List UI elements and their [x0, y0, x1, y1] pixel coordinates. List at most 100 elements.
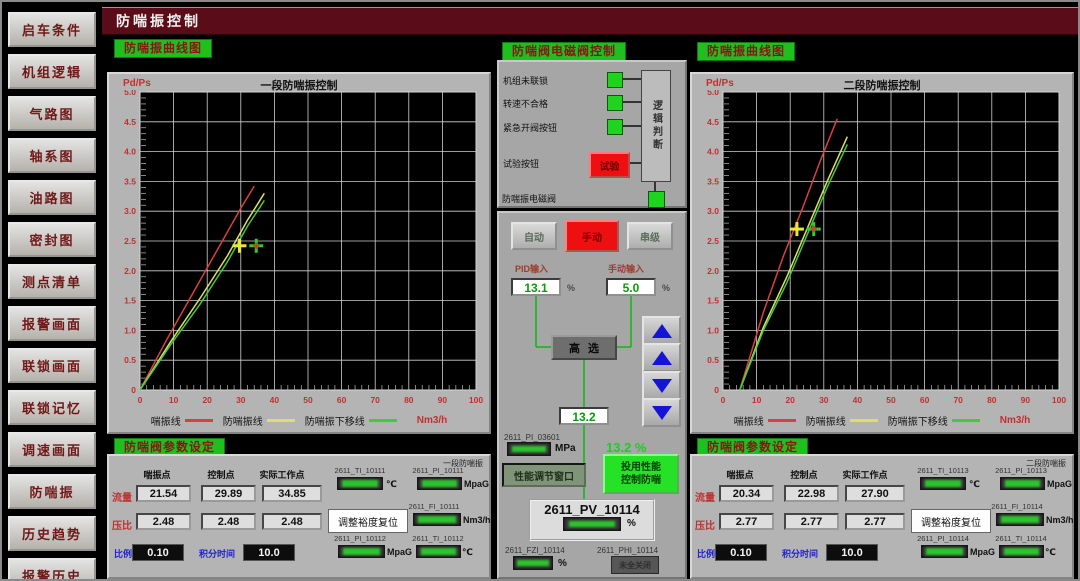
sidebar-item-报警历史[interactable]: 报警历史	[8, 558, 96, 581]
surge-chart: 01020304050607080901005.04.54.03.53.02.5…	[693, 90, 1073, 408]
manual-input-field[interactable]: 5.0	[606, 278, 656, 296]
svg-text:50: 50	[303, 395, 313, 405]
sidebar-item-轴系图[interactable]: 轴系图	[8, 138, 96, 173]
arrow-down-button[interactable]	[642, 371, 681, 400]
svg-text:30: 30	[819, 395, 829, 405]
adjust-margin-reset-button[interactable]: 调整裕度复位	[328, 509, 408, 533]
sidebar: 启车条件机组逻辑气路图轴系图油路图密封图测点清单报警画面联锁画面联锁记忆调速画面…	[8, 12, 96, 581]
tag-label: 2611_PI_10112	[331, 534, 389, 543]
param-cell[interactable]: 2.48	[136, 513, 191, 530]
legend-item: 防喘振线	[223, 413, 295, 428]
unit-label: MPa	[555, 443, 576, 454]
tag-label: 2611_PHI_10114	[597, 546, 658, 555]
sidebar-item-机组逻辑[interactable]: 机组逻辑	[8, 54, 96, 89]
right-chart-section-label: 防喘振曲线图	[697, 42, 795, 61]
svg-text:0: 0	[714, 385, 719, 395]
mode-button-串级[interactable]: 串级	[627, 222, 673, 250]
legend-item: 喘振线	[734, 413, 796, 428]
valve-controller-panel: 自动手动串级 PID输入 手动输入 13.1 % 5.0 % 高选 13.2 2…	[497, 211, 687, 579]
title-bar: 防喘振控制	[102, 7, 1080, 35]
arrow-down-icon	[652, 406, 672, 420]
sidebar-item-报警画面[interactable]: 报警画面	[8, 306, 96, 341]
tag-label: 2611_PI_03601	[504, 433, 560, 442]
sidebar-item-联锁记忆[interactable]: 联锁记忆	[8, 390, 96, 425]
sidebar-item-调速画面[interactable]: 调速画面	[8, 432, 96, 467]
led-display	[920, 477, 966, 490]
pid-param-field[interactable]: 10.0	[243, 544, 295, 561]
second-stage-params-panel: 二段防喘振喘振点控制点实际工作点流量20.3422.9827.90压比2.772…	[690, 454, 1074, 579]
led-glow	[925, 480, 961, 486]
mode-button-自动[interactable]: 自动	[511, 222, 557, 250]
param-cell[interactable]: 22.98	[784, 485, 839, 502]
svg-text:20: 20	[202, 395, 212, 405]
pid-param-label: 积分时间	[199, 547, 235, 560]
led-display	[563, 517, 621, 531]
param-cell[interactable]: 2.77	[784, 513, 839, 530]
unit-label: Nm3/h	[463, 515, 491, 525]
tag-label: 2611_TI_10111	[331, 466, 389, 475]
solenoid-valve-indicator	[648, 191, 665, 208]
led-display	[513, 556, 553, 570]
svg-text:4.0: 4.0	[124, 147, 136, 157]
svg-text:90: 90	[1021, 395, 1031, 405]
led-display	[337, 477, 383, 490]
param-cell[interactable]: 2.77	[719, 513, 774, 530]
sidebar-item-气路图[interactable]: 气路图	[8, 96, 96, 131]
legend-item: 喘振线	[151, 413, 213, 428]
sidebar-item-联锁画面[interactable]: 联锁画面	[8, 348, 96, 383]
tag-label: 2611_PI_10113	[992, 466, 1050, 475]
param-cell[interactable]: 20.34	[719, 485, 774, 502]
x-axis-unit-label: Nm3/h	[417, 415, 448, 426]
sidebar-item-油路图[interactable]: 油路图	[8, 180, 96, 215]
arrow-down-button[interactable]	[642, 398, 681, 427]
sidebar-item-启车条件[interactable]: 启车条件	[8, 12, 96, 47]
led-display	[1000, 477, 1045, 490]
legend-label: 防喘振下移线	[305, 413, 365, 428]
legend-item: 防喘振下移线	[305, 413, 397, 428]
svg-text:90: 90	[438, 395, 448, 405]
input-status-indicator	[607, 95, 623, 111]
anti-surge-control-screen: 启车条件机组逻辑气路图轴系图油路图密封图测点清单报警画面联锁画面联锁记忆调速画面…	[0, 0, 1080, 581]
param-cell[interactable]: 21.54	[136, 485, 191, 502]
pid-param-field[interactable]: 10.0	[826, 544, 878, 561]
manual-input-unit: %	[662, 283, 670, 293]
led-glow	[1001, 516, 1039, 522]
svg-text:3.5: 3.5	[707, 176, 719, 186]
sidebar-item-历史趋势[interactable]: 历史趋势	[8, 516, 96, 551]
pid-param-field[interactable]: 0.10	[715, 544, 767, 561]
enable-performance-button[interactable]: 投用性能 控制防喘	[603, 454, 679, 494]
sidebar-item-防喘振[interactable]: 防喘振	[8, 474, 96, 509]
adjust-margin-reset-button[interactable]: 调整裕度复位	[911, 509, 991, 533]
led-display	[999, 545, 1044, 558]
performance-window-button[interactable]: 性能调节窗口	[502, 463, 586, 487]
mode-button-手动[interactable]: 手动	[565, 220, 619, 252]
solenoid-valve-panel: 机组未联锁转速不合格紧急开阀按钮试验按钮试验 逻辑判断 防喘振电磁阀	[497, 60, 687, 208]
led-glow	[343, 548, 380, 554]
surge-chart: 01020304050607080901005.04.54.03.53.02.5…	[110, 90, 490, 408]
svg-text:1.5: 1.5	[124, 296, 136, 306]
svg-text:3.0: 3.0	[707, 206, 719, 216]
arrow-up-button[interactable]	[642, 343, 681, 372]
svg-text:70: 70	[370, 395, 380, 405]
row-label: 压比	[112, 517, 132, 532]
legend-label: 喘振线	[734, 413, 764, 428]
pid-input-field[interactable]: 13.1	[511, 278, 561, 296]
param-cell[interactable]: 2.48	[201, 513, 256, 530]
tag-label: 2611_PI_10114	[914, 534, 972, 543]
solenoid-input-label: 试验按钮	[503, 157, 539, 170]
sidebar-item-测点清单[interactable]: 测点清单	[8, 264, 96, 299]
svg-text:20: 20	[785, 395, 795, 405]
svg-text:4.5: 4.5	[707, 117, 719, 127]
input-status-indicator	[607, 119, 623, 135]
pid-param-field[interactable]: 0.10	[132, 544, 184, 561]
tag-label: 2611_FZI_10114	[505, 546, 565, 555]
arrow-up-button[interactable]	[642, 316, 681, 345]
param-cell[interactable]: 29.89	[201, 485, 256, 502]
param-cell: 2.77	[845, 513, 905, 530]
test-button[interactable]: 试验	[589, 152, 630, 178]
sidebar-item-密封图[interactable]: 密封图	[8, 222, 96, 257]
svg-text:3.5: 3.5	[124, 176, 136, 186]
unit-label: %	[627, 518, 636, 529]
solenoid-section-label: 防喘阀电磁阀控制	[502, 42, 626, 61]
valve-output-percent: 13.2 %	[606, 440, 646, 455]
